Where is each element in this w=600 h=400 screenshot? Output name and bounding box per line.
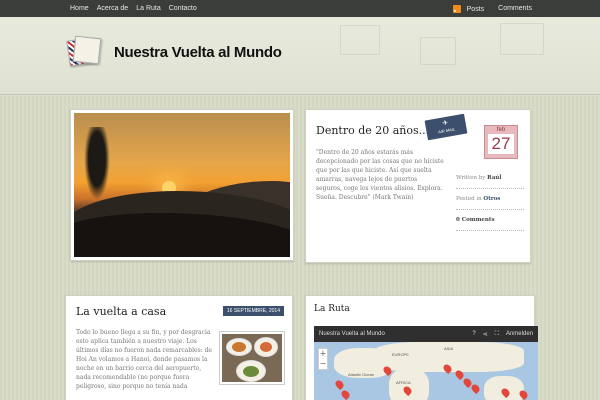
map-label-europe: EUROPE <box>392 352 409 357</box>
feed-links: Posts Comments <box>452 4 532 13</box>
comments-link[interactable]: 0 Comments <box>456 217 495 223</box>
map-label-asia: ASIA <box>444 346 454 351</box>
nav-home[interactable]: Home <box>66 0 93 17</box>
food-photo[interactable] <box>220 332 284 384</box>
site-logo[interactable] <box>66 35 102 67</box>
stamp-decoration <box>340 25 380 55</box>
fullscreen-icon[interactable]: ⛶ <box>495 331 499 338</box>
written-by-label: Written by <box>456 175 486 181</box>
map-pin-icon[interactable] <box>333 378 346 391</box>
map-label-africa: AFRICA <box>396 380 411 385</box>
date-day: 27 <box>488 134 514 154</box>
comments-feed-link[interactable]: Comments <box>498 5 532 12</box>
route-title: La Ruta <box>314 304 350 314</box>
post-date-badge: feb 27 <box>484 125 518 159</box>
post-excerpt: "Dentro de 20 años estarás más decepcion… <box>316 149 444 201</box>
plate <box>226 338 252 356</box>
route-map[interactable]: EUROPE ASIA AFRICA Atlantic Ocean + − Nue… <box>314 326 538 400</box>
map-label-atlantic: Atlantic Ocean <box>348 372 375 377</box>
map-title[interactable]: Nuestra Vuelta al Mundo <box>319 331 385 337</box>
top-bar: Home Acerca de La Ruta Contacto Posts Co… <box>0 0 600 17</box>
rss-icon <box>452 4 461 13</box>
map-zoom-control[interactable]: + − <box>318 348 328 370</box>
map-controls: ? ⋖ ⛶ Anmelden <box>472 331 533 338</box>
share-icon[interactable]: ⋖ <box>483 331 488 338</box>
category-row: Posted in Otros <box>456 189 524 210</box>
recent-post: La vuelta a casa 16 SEPTIEMBRE, 2014 Tod… <box>65 295 293 400</box>
author-link[interactable]: Raúl <box>487 175 501 181</box>
posted-in-label: Posted in <box>456 196 482 202</box>
comments-row: 0 Comments <box>456 210 524 231</box>
posts-feed-link[interactable]: Posts <box>452 4 485 13</box>
recent-post-date: 16 SEPTIEMBRE, 2014 <box>222 306 284 316</box>
tree <box>82 127 112 207</box>
date-month: feb <box>496 127 506 133</box>
nav-route[interactable]: La Ruta <box>132 0 165 17</box>
help-icon[interactable]: ? <box>472 331 475 337</box>
map-pin-icon[interactable] <box>469 382 482 395</box>
site-title[interactable]: Nuestra Vuelta al Mundo <box>114 44 282 61</box>
stamp-decoration <box>420 37 456 65</box>
posts-feed-label: Posts <box>466 5 485 13</box>
featured-photo[interactable] <box>70 109 294 261</box>
route-widget: La Ruta EUROPE ASIA AFRICA Atlantic Ocea… <box>305 295 538 400</box>
sunset-image <box>74 113 290 257</box>
nav-about[interactable]: Acerca de <box>93 0 133 17</box>
map-header: Nuestra Vuelta al Mundo ? ⋖ ⛶ Anmelden <box>314 326 538 342</box>
logo-card-icon <box>72 35 102 65</box>
stamp-decoration <box>500 23 544 55</box>
recent-post-excerpt: Todo lo bueno llega a su fin, y por desg… <box>76 329 212 390</box>
plate <box>254 337 278 357</box>
post-meta: Written by Raúl Posted in Otros 0 Commen… <box>456 168 524 231</box>
author-row: Written by Raúl <box>456 168 524 189</box>
map-pin-icon[interactable] <box>339 388 352 400</box>
plate <box>236 360 266 382</box>
map-signin-link[interactable]: Anmelden <box>506 331 533 337</box>
category-link[interactable]: Otros <box>483 196 500 202</box>
main-nav: Home Acerca de La Ruta Contacto <box>66 0 201 17</box>
nav-contact[interactable]: Contacto <box>165 0 201 17</box>
